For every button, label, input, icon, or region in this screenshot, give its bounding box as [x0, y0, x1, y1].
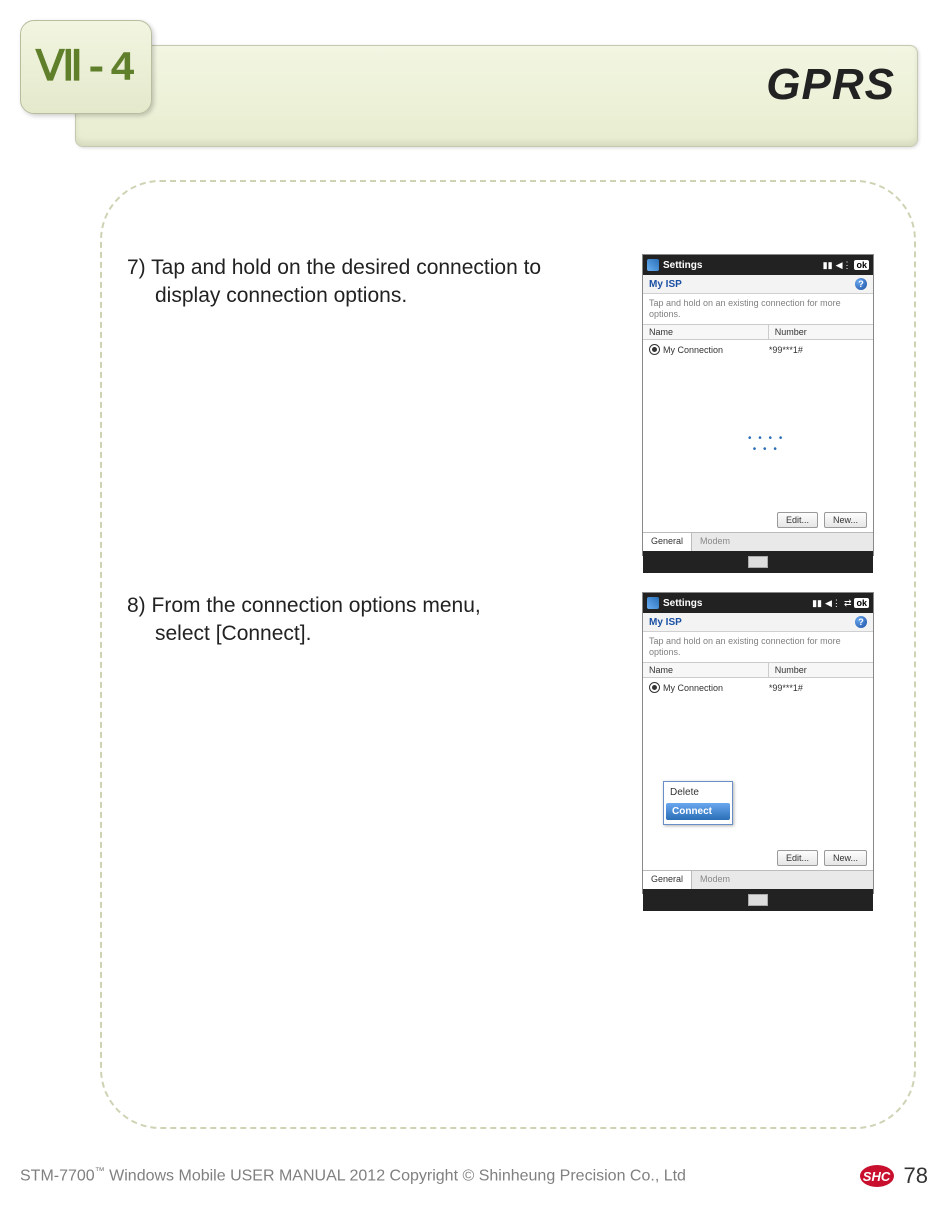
page-header: GPRS Ⅶ-4	[0, 0, 948, 170]
step-8-line1: From the connection options menu,	[152, 594, 481, 617]
wm-titlebar: Settings ▮▮ ◀⋮ ok	[643, 255, 873, 275]
title-bar: GPRS	[75, 45, 918, 147]
help-icon[interactable]: ?	[855, 616, 867, 628]
tap-hold-indicator: • • • • • • •	[748, 433, 784, 455]
connection-number: *99***1#	[769, 345, 867, 355]
connection-number: *99***1#	[769, 683, 867, 693]
screenshot-step-8: Settings ▮▮ ◀⋮ ⇄ ok My ISP ? Tap and hol…	[642, 592, 874, 894]
new-button[interactable]: New...	[824, 512, 867, 528]
step-7-line2: display connection options.	[155, 282, 557, 310]
edit-button[interactable]: Edit...	[777, 850, 818, 866]
help-icon[interactable]: ?	[855, 278, 867, 290]
ok-button[interactable]: ok	[854, 598, 869, 608]
step-8-number: 8)	[127, 594, 146, 617]
connection-row[interactable]: My Connection *99***1#	[643, 340, 873, 360]
keyboard-icon[interactable]	[748, 894, 768, 906]
column-headers: Name Number	[643, 324, 873, 340]
new-button[interactable]: New...	[824, 850, 867, 866]
step-7-number: 7)	[127, 256, 146, 279]
shc-logo: SHC	[860, 1165, 894, 1187]
tab-bar: General Modem	[643, 870, 873, 889]
menu-item-delete[interactable]: Delete	[664, 784, 732, 801]
section-number: Ⅶ-4	[36, 41, 136, 93]
wm-title: Settings	[663, 260, 702, 271]
tab-general[interactable]: General	[643, 871, 692, 889]
col-name: Name	[643, 325, 768, 339]
page-title: GPRS	[766, 60, 895, 110]
tab-modem[interactable]: Modem	[692, 871, 738, 889]
wm-bottombar	[643, 889, 873, 911]
ok-button[interactable]: ok	[854, 260, 869, 270]
context-menu: Delete Connect	[663, 781, 733, 825]
edit-button[interactable]: Edit...	[777, 512, 818, 528]
wm-subheader: My ISP ?	[643, 275, 873, 294]
signal-icon: ▮▮	[823, 260, 833, 271]
menu-item-connect[interactable]: Connect	[666, 803, 730, 820]
step-8-text: 8) From the connection options menu, sel…	[127, 592, 557, 649]
tm-symbol: ™	[95, 1166, 105, 1177]
footer-text: STM-7700™ Windows Mobile USER MANUAL 201…	[20, 1166, 850, 1185]
windows-icon	[647, 259, 659, 271]
wm-subheader: My ISP ?	[643, 613, 873, 632]
tab-bar: General Modem	[643, 532, 873, 551]
wm-titlebar: Settings ▮▮ ◀⋮ ⇄ ok	[643, 593, 873, 613]
radio-icon	[649, 344, 660, 355]
keyboard-icon[interactable]	[748, 556, 768, 568]
page-footer: STM-7700™ Windows Mobile USER MANUAL 201…	[20, 1163, 928, 1189]
volume-icon: ◀⋮	[836, 260, 852, 271]
isp-label: My ISP	[649, 617, 682, 628]
step-8-line2: select [Connect].	[155, 620, 557, 648]
connection-row[interactable]: My Connection *99***1#	[643, 678, 873, 698]
content-frame: 7) Tap and hold on the desired connectio…	[100, 180, 916, 1129]
tab-modem[interactable]: Modem	[692, 533, 738, 551]
step-7-line1: Tap and hold on the desired connection t…	[151, 256, 541, 279]
page-number: 78	[904, 1163, 928, 1189]
col-number: Number	[768, 663, 873, 677]
radio-icon	[649, 682, 660, 693]
col-name: Name	[643, 663, 768, 677]
button-row: Edit... New...	[643, 846, 873, 870]
hint-text: Tap and hold on an existing connection f…	[643, 294, 873, 324]
volume-icon: ◀⋮	[825, 598, 841, 609]
windows-icon	[647, 597, 659, 609]
screenshot-step-7: Settings ▮▮ ◀⋮ ok My ISP ? Tap and hold …	[642, 254, 874, 556]
connection-name: My Connection	[663, 683, 723, 693]
connection-list: My Connection *99***1# Delete Connect	[643, 678, 873, 846]
wm-bottombar	[643, 551, 873, 573]
col-number: Number	[768, 325, 873, 339]
network-icon: ⇄	[844, 598, 852, 609]
connection-list: My Connection *99***1# • • • • • • •	[643, 340, 873, 508]
wm-title: Settings	[663, 598, 702, 609]
connection-name: My Connection	[663, 345, 723, 355]
step-7-text: 7) Tap and hold on the desired connectio…	[127, 254, 557, 311]
column-headers: Name Number	[643, 662, 873, 678]
tab-general[interactable]: General	[643, 533, 692, 551]
isp-label: My ISP	[649, 279, 682, 290]
signal-icon: ▮▮	[812, 598, 822, 609]
section-tab: Ⅶ-4	[20, 20, 152, 114]
footer-product: STM-7700	[20, 1168, 95, 1185]
button-row: Edit... New...	[643, 508, 873, 532]
footer-rest: Windows Mobile USER MANUAL 2012 Copyrigh…	[105, 1168, 686, 1185]
hint-text: Tap and hold on an existing connection f…	[643, 632, 873, 662]
